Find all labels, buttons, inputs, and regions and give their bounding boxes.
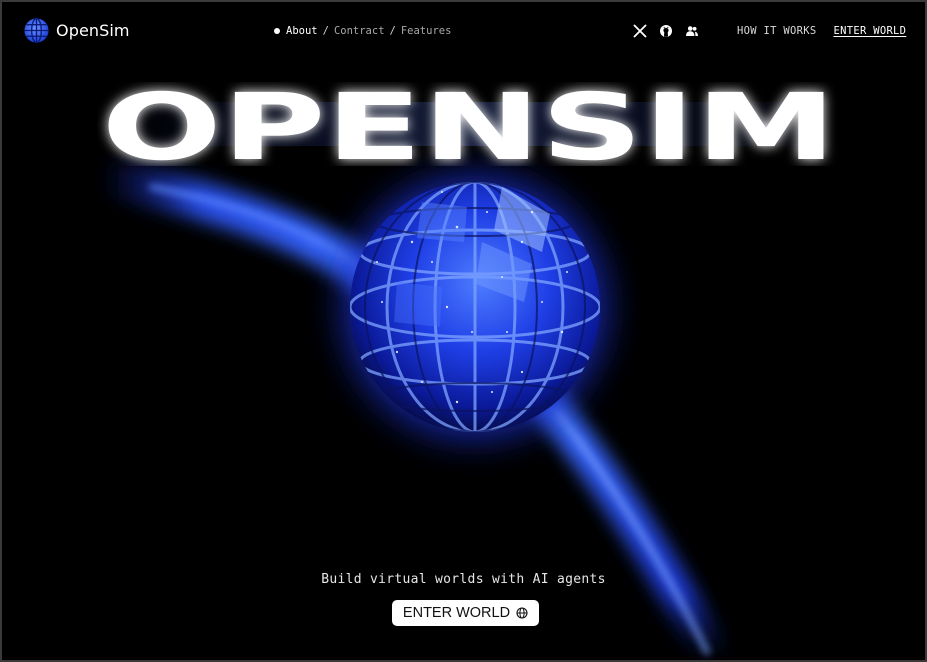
x-twitter-icon[interactable]: [633, 24, 647, 38]
header-links: HOW IT WORKS ENTER WORLD: [737, 25, 906, 37]
enter-world-link[interactable]: ENTER WORLD: [833, 25, 906, 37]
brand-home-link[interactable]: OpenSim: [23, 17, 130, 44]
breadcrumb-separator: /: [322, 25, 329, 37]
breadcrumb: About / Contract / Features: [274, 25, 451, 37]
breadcrumb-item-contract[interactable]: Contract: [334, 25, 385, 37]
active-indicator-dot: [274, 28, 280, 34]
enter-world-button[interactable]: ENTER WORLD: [392, 600, 539, 626]
social-links: [633, 24, 699, 38]
breadcrumb-item-features[interactable]: Features: [401, 25, 452, 37]
how-it-works-link[interactable]: HOW IT WORKS: [737, 25, 816, 37]
community-icon[interactable]: [685, 24, 699, 38]
hero-title-label: OPENSIM: [102, 82, 837, 166]
enter-world-button-label: ENTER WORLD: [402, 605, 511, 621]
breadcrumb-separator: /: [389, 25, 396, 37]
hero-title: OPENSIM: [97, 82, 842, 166]
page: OpenSim About / Contract / Features HOW …: [0, 0, 927, 662]
breadcrumb-item-about[interactable]: About: [286, 25, 318, 37]
hero-title-text: OPENSIM: [97, 82, 842, 166]
top-navigation: OpenSim About / Contract / Features HOW …: [2, 2, 925, 62]
github-icon[interactable]: [659, 24, 673, 38]
brand-name: OpenSim: [56, 21, 130, 40]
globe-icon: [24, 17, 49, 44]
hero-tagline: Build virtual worlds with AI agents: [321, 572, 606, 587]
globe-icon: [516, 607, 528, 619]
